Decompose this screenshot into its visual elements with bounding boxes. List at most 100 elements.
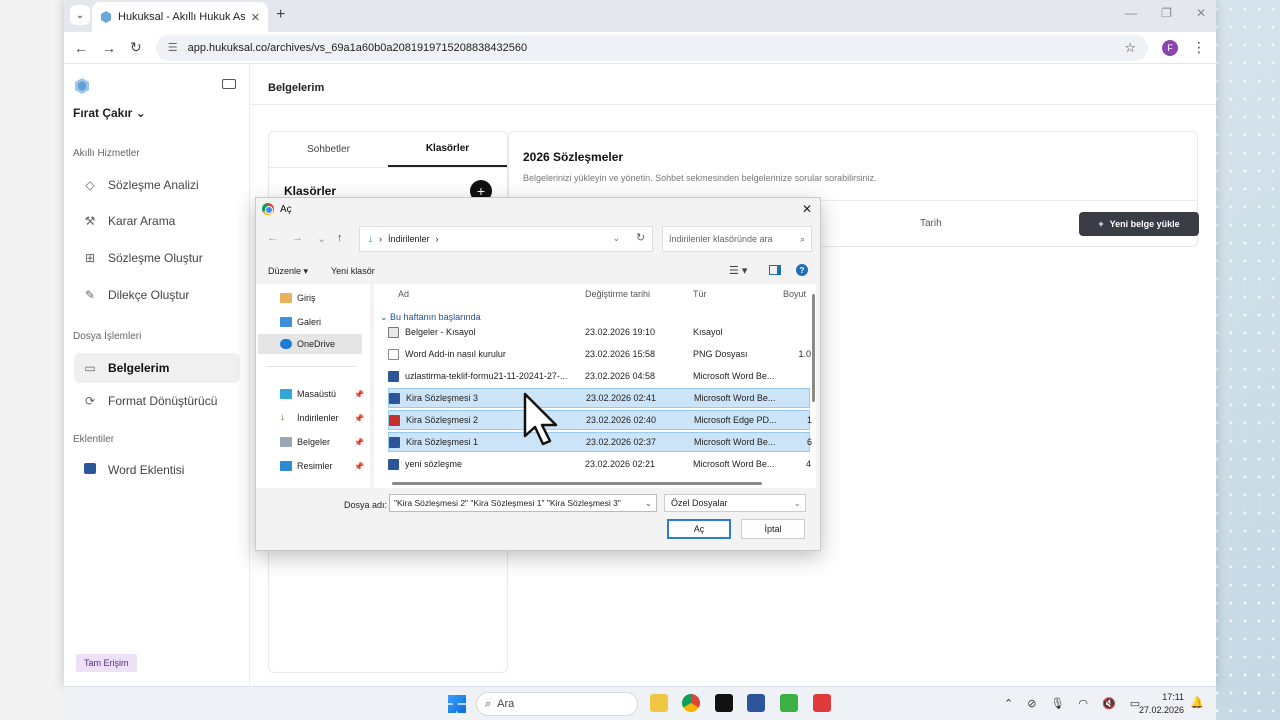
file-row-selected[interactable]: Kira Sözleşmesi 3 23.02.2026 02:41 Micro… xyxy=(388,388,810,408)
view-options-icon[interactable]: ☰ ▾ xyxy=(729,264,747,277)
restore-icon[interactable]: ❐ xyxy=(1161,6,1172,20)
clock-time: 17:11 xyxy=(1162,692,1185,702)
app-logo-icon xyxy=(75,78,89,94)
browser-toolbar: ← → ↻ ☰ app.hukuksal.co/archives/vs_69a1… xyxy=(64,32,1216,64)
chevron-down-icon[interactable]: ⌄ xyxy=(612,233,620,244)
microphone-icon[interactable]: 🎙 xyxy=(1050,697,1064,710)
sidebar-item-my-documents[interactable]: ▭ Belgelerim xyxy=(74,353,240,383)
file-row[interactable]: yeni sözleşme 23.02.2026 02:21 Microsoft… xyxy=(388,454,811,474)
path-bar[interactable]: ↓ › İndirilenler › ⌄ xyxy=(359,226,653,252)
tab-folders[interactable]: Klasörler xyxy=(388,132,507,167)
nav-item-onedrive[interactable]: OneDrive xyxy=(258,334,362,354)
file-name: Kira Sözleşmesi 3 xyxy=(406,393,479,403)
address-bar[interactable]: ☰ app.hukuksal.co/archives/vs_69a1a60b0a… xyxy=(155,34,1148,61)
sidebar-item-contract-analysis[interactable]: ◇ Sözleşme Analizi xyxy=(74,170,240,200)
sidebar-item-create-contract[interactable]: ⊞ Sözleşme Oluştur xyxy=(74,243,240,273)
dialog-search-input[interactable]: İndirilenler klasöründe ara ⌕ xyxy=(662,226,812,252)
column-date[interactable]: Tarih xyxy=(920,218,942,229)
recent-dropdown-icon[interactable]: ⌄ xyxy=(317,232,326,245)
site-info-icon[interactable]: ☰ xyxy=(168,41,178,54)
forward-icon[interactable]: → xyxy=(102,40,116,56)
file-date: 23.02.2026 02:40 xyxy=(586,415,657,425)
new-tab-button[interactable]: + xyxy=(276,6,285,24)
column-modified[interactable]: Değiştirme tarihi xyxy=(585,284,650,304)
back-icon[interactable]: ← xyxy=(267,232,278,244)
sidebar-item-word-plugin[interactable]: Word Eklentisi xyxy=(74,455,240,485)
collapse-sidebar-icon[interactable] xyxy=(222,79,236,89)
dialog-footer: Dosya adı: "Kira Sözleşmesi 2" "Kira Söz… xyxy=(256,492,820,552)
profile-avatar[interactable]: F xyxy=(1162,39,1178,56)
sidebar-item-create-petition[interactable]: ✎ Dilekçe Oluştur xyxy=(74,280,240,310)
clock[interactable]: 17:11 27.02.2026 xyxy=(1139,691,1184,717)
file-explorer-icon[interactable] xyxy=(650,694,668,712)
nav-item-downloads[interactable]: ↓ İndirilenler 📌 xyxy=(264,408,364,428)
sidebar-item-decision-search[interactable]: ⚒ Karar Arama xyxy=(74,206,240,236)
dialog-close-icon[interactable]: ✕ xyxy=(802,202,812,216)
tab-search-button[interactable]: ⌄ xyxy=(70,5,90,25)
pin-icon: 📌 xyxy=(354,437,364,447)
new-folder-button[interactable]: Yeni klasör xyxy=(331,266,375,276)
file-row-selected[interactable]: Kira Sözleşmesi 2 23.02.2026 02:40 Micro… xyxy=(388,410,812,430)
column-name[interactable]: Ad xyxy=(398,284,409,304)
nav-item-documents[interactable]: Belgeler 📌 xyxy=(264,432,364,452)
vertical-scrollbar[interactable] xyxy=(812,294,815,402)
tab-chats[interactable]: Sohbetler xyxy=(269,132,388,167)
forward-icon[interactable]: → xyxy=(292,232,303,244)
open-button[interactable]: Aç xyxy=(667,519,731,539)
cancel-button[interactable]: İptal xyxy=(741,519,805,539)
windows-start-icon[interactable] xyxy=(448,695,466,713)
pin-icon: 📌 xyxy=(354,413,364,423)
filetype-select[interactable]: Özel Dosyalar ⌄ xyxy=(664,494,806,512)
reload-icon[interactable]: ↻ xyxy=(130,39,142,56)
meet-icon[interactable]: ⊘ xyxy=(1027,697,1036,710)
search-icon: ⌕ xyxy=(485,697,492,710)
green-app-icon[interactable] xyxy=(780,694,798,712)
file-row[interactable]: Word Add-in nasıl kurulur 23.02.2026 15:… xyxy=(388,344,811,364)
user-menu[interactable]: Fırat Çakır ⌄ xyxy=(73,106,146,120)
nav-item-desktop[interactable]: Masaüstü 📌 xyxy=(264,384,364,404)
file-type: PNG Dosyası xyxy=(693,349,748,359)
bookmark-star-icon[interactable]: ☆ xyxy=(1124,40,1136,56)
back-icon[interactable]: ← xyxy=(74,40,88,56)
organize-menu[interactable]: Düzenle ▾ xyxy=(268,266,308,277)
up-icon[interactable]: ↑ xyxy=(337,232,343,244)
file-date: 23.02.2026 19:10 xyxy=(585,327,656,337)
word-app-icon[interactable] xyxy=(747,694,765,712)
chevron-down-icon[interactable]: ⌄ xyxy=(645,498,652,509)
filename-value: "Kira Sözleşmesi 2" "Kira Sözleşmesi 1" … xyxy=(394,498,621,508)
file-row-selected[interactable]: Kira Sözleşmesi 1 23.02.2026 02:37 Micro… xyxy=(388,432,812,452)
browser-tab[interactable]: Hukuksal - Akıllı Hukuk Asistanı ✕ xyxy=(92,2,268,32)
file-type: Kısayol xyxy=(693,327,723,337)
word-doc-icon xyxy=(388,458,399,470)
preview-pane-icon[interactable] xyxy=(769,265,781,275)
minimize-icon[interactable]: — xyxy=(1125,6,1137,20)
terminal-app-icon[interactable] xyxy=(715,694,733,712)
nav-item-gallery[interactable]: Galeri xyxy=(264,312,364,332)
file-type: Microsoft Word Be... xyxy=(693,371,775,381)
chevron-up-icon[interactable]: ⌃ xyxy=(1004,697,1013,710)
sidebar-item-format-converter[interactable]: ⟳ Format Dönüştürücü xyxy=(74,386,240,416)
help-icon[interactable]: ? xyxy=(796,264,808,276)
tab-close-icon[interactable]: ✕ xyxy=(251,11,260,24)
taskbar-search[interactable]: ⌕ Ara xyxy=(476,692,638,716)
horizontal-scrollbar[interactable] xyxy=(392,482,762,485)
volume-icon[interactable]: 🔇 xyxy=(1102,697,1116,710)
nav-item-home[interactable]: Giriş xyxy=(264,288,364,308)
upload-label: Yeni belge yükle xyxy=(1109,219,1180,229)
red-app-icon[interactable] xyxy=(813,694,831,712)
column-size[interactable]: Boyut xyxy=(783,284,806,304)
filename-input[interactable]: "Kira Sözleşmesi 2" "Kira Sözleşmesi 1" … xyxy=(389,494,657,512)
notification-icon[interactable]: 🔔 xyxy=(1190,696,1204,709)
close-window-icon[interactable]: ✕ xyxy=(1196,6,1206,20)
upload-document-button[interactable]: + Yeni belge yükle xyxy=(1079,212,1199,236)
browser-menu-icon[interactable]: ⋮ xyxy=(1192,39,1206,56)
file-row[interactable]: Belgeler - Kısayol 23.02.2026 19:10 Kısa… xyxy=(388,322,810,342)
full-access-badge[interactable]: Tam Erişim xyxy=(76,654,137,672)
wifi-icon[interactable]: ◠ xyxy=(1078,697,1088,710)
nav-item-pictures[interactable]: Resimler 📌 xyxy=(264,456,364,476)
group-label: Bu haftanın başlarında xyxy=(390,312,481,322)
column-type[interactable]: Tür xyxy=(693,284,707,304)
chrome-taskbar-icon[interactable] xyxy=(682,694,700,712)
file-row[interactable]: uzlastirma-teklif-formu21-11-20241-27-..… xyxy=(388,366,810,386)
refresh-icon[interactable]: ↻ xyxy=(636,231,645,244)
